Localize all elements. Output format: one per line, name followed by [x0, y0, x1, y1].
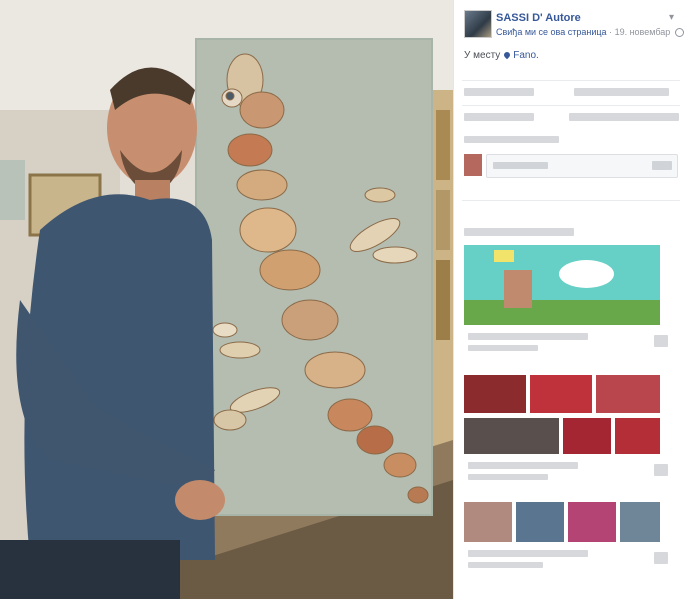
blurred-thumbnail[interactable]	[568, 502, 616, 542]
page-name-link[interactable]: SASSI D' Autore	[496, 12, 581, 24]
blurred-thumbnail[interactable]	[620, 502, 660, 542]
blurred-suggested-image[interactable]	[464, 245, 660, 325]
location-link[interactable]: Fano.	[513, 50, 539, 61]
blurred-thumbnail[interactable]	[464, 502, 512, 542]
chevron-down-icon[interactable]: ▾	[669, 12, 674, 23]
blurred-caption	[468, 474, 548, 480]
blurred-badge	[654, 464, 668, 476]
commenter-avatar[interactable]	[464, 154, 482, 176]
blurred-reactions	[464, 88, 534, 96]
blurred-input-icons	[652, 161, 672, 170]
blurred-badge	[654, 335, 668, 347]
post-header: SASSI D' Autore Свиђа ми се ова страница…	[464, 10, 684, 40]
blurred-action-bar	[464, 113, 534, 121]
blurred-counts	[574, 88, 669, 96]
divider	[462, 200, 680, 201]
divider	[462, 105, 680, 106]
comment-input[interactable]	[486, 154, 678, 178]
location-pin-icon	[503, 50, 512, 60]
blurred-thumbnail[interactable]	[615, 418, 660, 454]
blurred-thumbnail[interactable]	[516, 502, 564, 542]
divider	[462, 80, 680, 81]
blurred-section-title	[464, 228, 574, 236]
blurred-thumbnail[interactable]	[464, 375, 526, 413]
blurred-badge	[654, 552, 668, 564]
like-page-link[interactable]: Свиђа ми се ова страница	[496, 27, 607, 37]
post-date[interactable]: 19. новембар	[615, 27, 671, 37]
blurred-placeholder	[493, 162, 548, 169]
post-meta: Свиђа ми се ова страница · 19. новембар	[496, 27, 684, 38]
blurred-comment-text	[464, 136, 559, 143]
blurred-caption	[468, 333, 588, 340]
blurred-thumbnail[interactable]	[530, 375, 592, 413]
post-photo[interactable]	[0, 0, 453, 599]
location-prefix: У месту	[464, 50, 501, 61]
page-avatar[interactable]	[464, 10, 492, 38]
blurred-caption	[468, 345, 538, 351]
globe-icon	[674, 28, 684, 38]
blurred-thumbnail[interactable]	[596, 375, 660, 413]
blurred-caption	[468, 462, 578, 469]
post-location: У месту Fano.	[464, 50, 539, 61]
photo-image	[0, 0, 453, 599]
blurred-action-bar	[569, 113, 679, 121]
blurred-thumbnail[interactable]	[464, 418, 559, 454]
blurred-caption	[468, 562, 543, 568]
blurred-caption	[468, 550, 588, 557]
blurred-thumbnail[interactable]	[563, 418, 611, 454]
meta-separator: ·	[609, 27, 613, 37]
post-sidebar: SASSI D' Autore Свиђа ми се ова страница…	[453, 0, 688, 599]
